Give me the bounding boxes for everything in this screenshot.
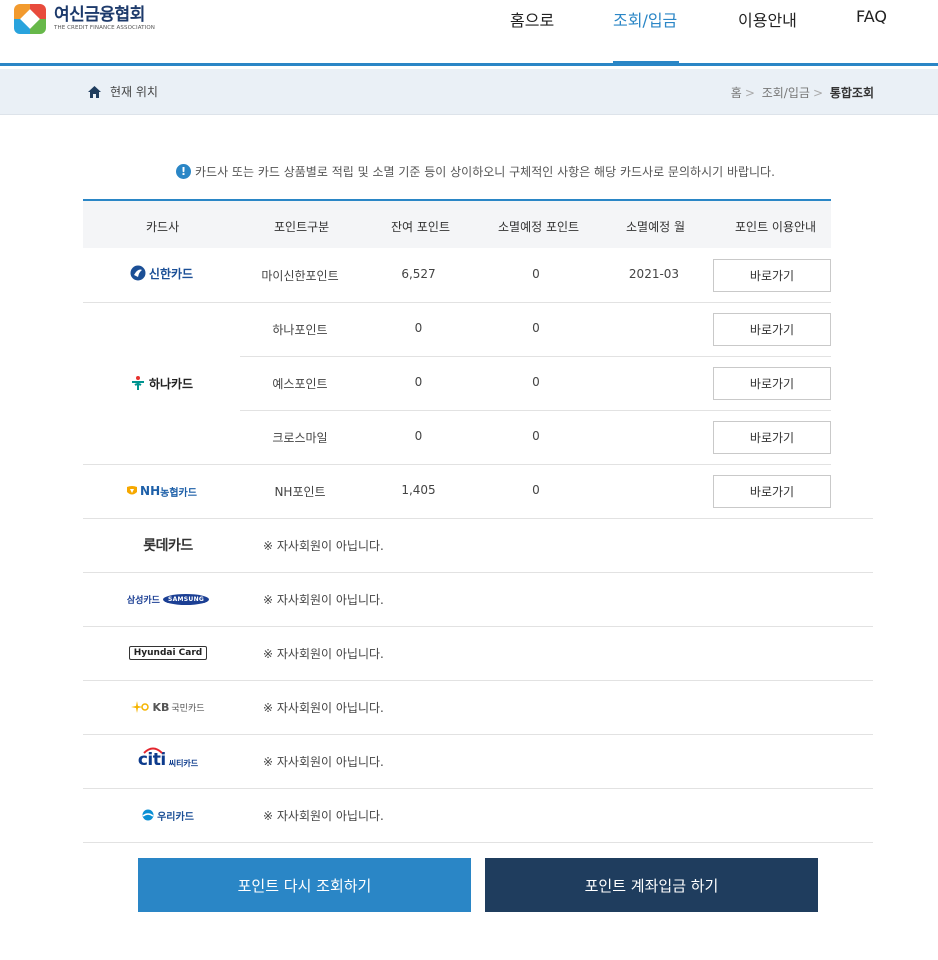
nav-active-indicator — [613, 61, 679, 65]
row-balance: 0 — [414, 429, 423, 443]
deposit-points-button[interactable]: 포인트 계좌입금 하기 — [485, 858, 818, 912]
header-expiring-points: 소멸예정 포인트 — [498, 220, 580, 234]
citi-arc-icon — [143, 747, 163, 754]
row-divider — [83, 572, 873, 573]
nav-home[interactable]: 홈으로 — [510, 7, 554, 31]
non-member-text: ※ 자사회원이 아닙니다. — [263, 701, 384, 715]
goto-button-hana-point[interactable]: 바로가기 — [713, 313, 831, 346]
row-point-type: 하나포인트 — [272, 323, 328, 337]
goto-button-nh[interactable]: 바로가기 — [713, 475, 831, 508]
nav-faq[interactable]: FAQ — [856, 7, 887, 26]
nh-text-suffix: 농협카드 — [160, 487, 197, 499]
notice-text: 카드사 또는 카드 상품별로 적립 및 소멸 기준 등이 상이하오니 구체적인 … — [195, 165, 775, 179]
main-nav: 홈으로 조회/입금 이용안내 FAQ — [0, 0, 938, 65]
row-point-type: 크로스마일 — [272, 431, 328, 445]
non-member-text: ※ 자사회원이 아닙니다. — [263, 593, 384, 607]
row-expiring: 0 — [532, 375, 540, 389]
row-divider — [240, 356, 831, 357]
brand-lotte: 롯데카드 — [83, 533, 253, 557]
brand-nh: NH 농협카드 — [83, 479, 240, 503]
breadcrumb-current: 통합조회 — [829, 86, 874, 100]
row-divider — [83, 842, 873, 843]
brand-hyundai: Hyundai Card — [83, 641, 253, 665]
kb-star-icon — [131, 701, 150, 713]
row-point-type: NH포인트 — [274, 485, 326, 499]
citi-kr-text: 씨티카드 — [168, 758, 199, 768]
nav-guide[interactable]: 이용안내 — [738, 7, 797, 31]
goto-button-shinhan[interactable]: 바로가기 — [713, 259, 831, 292]
brand-woori: 우리카드 — [83, 803, 253, 827]
hana-logo-icon — [131, 376, 144, 390]
site-header: 여신금융협회 THE CREDIT FINANCE ASSOCIATION 홈으… — [0, 0, 938, 66]
row-divider — [83, 734, 873, 735]
woori-logo-icon — [142, 809, 154, 821]
non-member-text: ※ 자사회원이 아닙니다. — [263, 647, 384, 661]
location-bar: 현재 위치 홈 > 조회/입금 > 통합조회 — [0, 69, 938, 115]
nh-logo-icon — [127, 486, 138, 495]
brand-kb: KB 국민카드 — [83, 695, 253, 719]
row-divider — [83, 518, 873, 519]
row-divider — [83, 302, 831, 303]
home-icon — [88, 85, 101, 98]
nh-text-prefix: NH — [140, 484, 161, 498]
row-expiring: 0 — [532, 267, 540, 281]
nav-inquiry-deposit[interactable]: 조회/입금 — [613, 7, 677, 31]
brand-citi: citi 씨티카드 — [83, 747, 253, 773]
non-member-text: ※ 자사회원이 아닙니다. — [263, 539, 384, 553]
woori-text: 우리카드 — [157, 811, 194, 823]
table-header: 카드사 포인트구분 잔여 포인트 소멸예정 포인트 소멸예정 월 포인트 이용안… — [83, 199, 831, 248]
row-divider — [83, 626, 873, 627]
breadcrumb-home[interactable]: 홈 — [731, 86, 742, 100]
info-icon: ! — [176, 164, 191, 179]
row-balance: 1,405 — [401, 483, 436, 497]
row-point-type: 마이신한포인트 — [261, 269, 339, 283]
non-member-text: ※ 자사회원이 아닙니다. — [263, 809, 384, 823]
header-balance: 잔여 포인트 — [391, 220, 451, 234]
row-balance: 0 — [414, 375, 423, 389]
samsung-logo-icon: SAMSUNG — [162, 593, 210, 605]
notice-message: ! 카드사 또는 카드 상품별로 적립 및 소멸 기준 등이 상이하오니 구체적… — [176, 163, 775, 180]
hana-text: 하나카드 — [148, 376, 194, 391]
brand-shinhan: 신한카드 — [83, 261, 240, 285]
header-expiring-month: 소멸예정 월 — [626, 220, 686, 234]
row-expiring: 0 — [532, 483, 540, 497]
header-usage-guide: 포인트 이용안내 — [735, 220, 817, 234]
goto-button-yes-point[interactable]: 바로가기 — [713, 367, 831, 400]
row-month: 2021-03 — [628, 267, 680, 281]
row-divider — [83, 680, 873, 681]
brand-hana: 하나카드 — [83, 371, 240, 395]
samsung-text: 삼성카드 — [126, 595, 160, 606]
shinhan-text: 신한카드 — [148, 266, 194, 281]
brand-samsung: 삼성카드 SAMSUNG — [83, 587, 253, 611]
kb-text-prefix: KB — [152, 700, 170, 714]
row-expiring: 0 — [532, 321, 540, 335]
row-divider — [83, 464, 831, 465]
kb-text-suffix: 국민카드 — [171, 703, 205, 714]
goto-button-cross-mile[interactable]: 바로가기 — [713, 421, 831, 454]
shinhan-logo-icon — [130, 265, 146, 281]
breadcrumb: 홈 > 조회/입금 > 통합조회 — [730, 86, 874, 100]
row-balance: 6,527 — [401, 267, 436, 281]
refresh-points-button[interactable]: 포인트 다시 조회하기 — [138, 858, 471, 912]
row-divider — [240, 410, 831, 411]
breadcrumb-inquiry[interactable]: 조회/입금 — [762, 86, 810, 100]
row-expiring: 0 — [532, 429, 540, 443]
row-divider — [83, 788, 873, 789]
row-balance: 0 — [414, 321, 423, 335]
location-label: 현재 위치 — [110, 85, 158, 99]
lotte-text: 롯데카드 — [143, 538, 193, 554]
non-member-text: ※ 자사회원이 아닙니다. — [263, 755, 384, 769]
row-point-type: 예스포인트 — [272, 377, 328, 391]
header-card-company: 카드사 — [146, 220, 180, 234]
header-point-type: 포인트구분 — [274, 220, 330, 234]
hyundai-text: Hyundai Card — [128, 646, 208, 660]
